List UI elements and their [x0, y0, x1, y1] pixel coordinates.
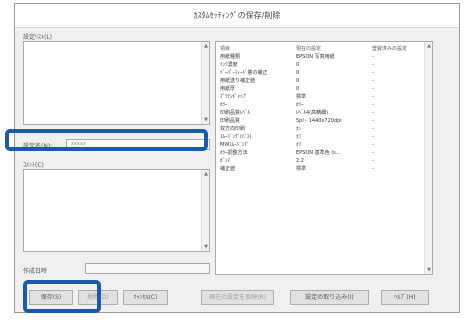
setting-item: ｲﾝｸ濃度	[220, 62, 238, 68]
current-value: 標準	[296, 94, 307, 100]
current-value: 5pl - 1440x720dpi	[296, 118, 342, 124]
saved-value: -	[372, 166, 374, 172]
table-row: ｽﾑｰｼﾞﾝｸﾞ(ﾊﾟｽ) ｵﾌ -	[216, 133, 432, 141]
saved-value: -	[372, 102, 374, 108]
table-row: ﾌﾟﾗﾃﾝｷﾞｬｯﾌﾟ 標準 -	[216, 93, 432, 101]
current-value: 0	[296, 86, 300, 92]
settings-table-scrollbar[interactable]: ▲ ▼	[424, 42, 432, 274]
column-header-item: 項目	[220, 46, 231, 52]
saved-value: -	[372, 70, 374, 76]
setting-name-highlight	[5, 129, 208, 151]
table-row: 用紙厚 0 -	[216, 85, 432, 93]
current-value: ﾚﾍﾞﾙ4(高精細)	[296, 110, 329, 116]
current-value: 0	[296, 62, 300, 68]
saved-value: -	[372, 150, 374, 156]
table-row: ｶﾗｰ ｶﾗｰ -	[216, 101, 432, 109]
table-row: 用紙送り補正値 0 -	[216, 77, 432, 85]
scroll-up-icon[interactable]: ▲	[202, 170, 210, 178]
setting-item: ｶﾗｰ調整方法	[220, 150, 248, 156]
table-row: 双方向印刷 ｵﾝ -	[216, 125, 432, 133]
saved-value: -	[372, 110, 374, 116]
setting-item: 用紙厚	[220, 86, 236, 92]
comment-textarea[interactable]: ▲ ▼	[23, 169, 210, 252]
setting-item: ｽﾑｰｼﾞﾝｸﾞ(ﾊﾟｽ)	[220, 134, 252, 140]
saved-value: -	[372, 94, 374, 100]
table-row: 用紙種類 EPSON 写真用紙 -	[216, 53, 432, 61]
setting-item: ｶﾞﾝﾏ	[220, 158, 231, 164]
current-value: ｵﾌ	[296, 142, 302, 148]
current-value: 2.2	[296, 158, 304, 164]
current-value: 0	[296, 78, 300, 84]
apply-settings-button[interactable]: 設定の取り込み(I)	[290, 290, 369, 305]
table-row: ｶﾗｰ調整方法 EPSON 基準色 (s... -	[216, 149, 432, 157]
saved-value: -	[372, 118, 374, 124]
current-value: EPSON 基準色 (s...	[296, 150, 341, 156]
table-row: ｲﾝｸ濃度 0 -	[216, 61, 432, 69]
settings-list[interactable]: ▲ ▼	[23, 41, 210, 125]
scroll-up-icon[interactable]: ▲	[202, 42, 210, 50]
column-header-saved: 登録済みの設定	[372, 46, 408, 52]
settings-list-label: 設定ﾘｽﾄ(L)	[23, 34, 53, 41]
saved-value: -	[372, 62, 374, 68]
saved-value: -	[372, 126, 374, 132]
scroll-down-icon[interactable]: ▼	[202, 243, 210, 251]
table-row: MWｽﾑｰｼﾞﾝｸﾞ ｵﾌ -	[216, 141, 432, 149]
help-button[interactable]: ﾍﾙﾌﾟ(H)	[381, 290, 429, 305]
table-row: ｶﾞﾝﾏ 2.2 -	[216, 157, 432, 165]
scroll-down-icon[interactable]: ▼	[425, 266, 432, 274]
current-value: 標準	[296, 166, 307, 172]
settings-list-scrollbar[interactable]: ▲ ▼	[201, 42, 209, 124]
saved-value: -	[372, 134, 374, 140]
setting-item: ﾌﾟﾗﾃﾝｷﾞｬｯﾌﾟ	[220, 94, 248, 100]
current-value: ｵﾌ	[296, 134, 302, 140]
setting-item: 用紙種類	[220, 54, 241, 60]
comment-label: ｺﾒﾝﾄ(C)	[23, 162, 44, 169]
settings-table-header: 項目 現在の設定 登録済みの設定	[216, 45, 432, 53]
column-header-current: 現在の設定	[296, 46, 322, 52]
setting-item: 双方向印刷	[220, 126, 246, 132]
saved-value: -	[372, 86, 374, 92]
setting-item: 印刷品質	[220, 118, 241, 124]
settings-table-body: 用紙種類 EPSON 写真用紙 - ｲﾝｸ濃度 0- ﾍﾟｰﾊﾟｰﾌｨｰﾄﾞ量の補正 0- 用…	[216, 53, 432, 173]
table-row: 印刷品質ﾚﾍﾞﾙ ﾚﾍﾞﾙ4(高精細) -	[216, 109, 432, 117]
dialog-title: ｶｽﾀﾑｾｯﾃｨﾝｸﾞの保存/削除	[15, 4, 459, 28]
current-value: ｶﾗｰ	[296, 102, 304, 108]
setting-item: ｶﾗｰ	[220, 102, 228, 108]
saved-value: -	[372, 54, 374, 60]
save-button-highlight	[23, 280, 101, 313]
setting-item: ﾍﾟｰﾊﾟｰﾌｨｰﾄﾞ量の補正	[220, 70, 268, 76]
setting-item: 用紙送り補正値	[220, 78, 256, 84]
current-value: 0	[296, 70, 300, 76]
table-row: ﾍﾟｰﾊﾟｰﾌｨｰﾄﾞ量の補正 0 -	[216, 69, 432, 77]
saved-value: -	[372, 142, 374, 148]
current-value: ｵﾝ	[296, 126, 302, 132]
scroll-up-icon[interactable]: ▲	[425, 42, 432, 50]
created-date-label: 作成日時	[23, 268, 48, 275]
saved-value: -	[372, 158, 374, 164]
scroll-down-icon[interactable]: ▼	[202, 116, 210, 124]
saved-value: -	[372, 78, 374, 84]
setting-item: 補正値	[220, 166, 236, 172]
load-current-settings-button[interactable]: 現在の設定を反映(R)	[201, 290, 274, 305]
setting-item: MWｽﾑｰｼﾞﾝｸﾞ	[220, 142, 250, 148]
table-row: 印刷品質 5pl - 1440x720dpi -	[216, 117, 432, 125]
current-value: EPSON 写真用紙	[296, 54, 335, 60]
table-row: 補正値 標準 -	[216, 165, 432, 173]
comment-scrollbar[interactable]: ▲ ▼	[201, 170, 209, 251]
cancel-button[interactable]: ｷｬﾝｾﾙ(C)	[123, 290, 168, 305]
setting-item: 印刷品質ﾚﾍﾞﾙ	[220, 110, 251, 116]
created-date-field	[85, 263, 210, 274]
settings-table: 項目 現在の設定 登録済みの設定 用紙種類 EPSON 写真用紙 - ｲﾝｸ濃度 0- ﾍ…	[215, 41, 433, 275]
